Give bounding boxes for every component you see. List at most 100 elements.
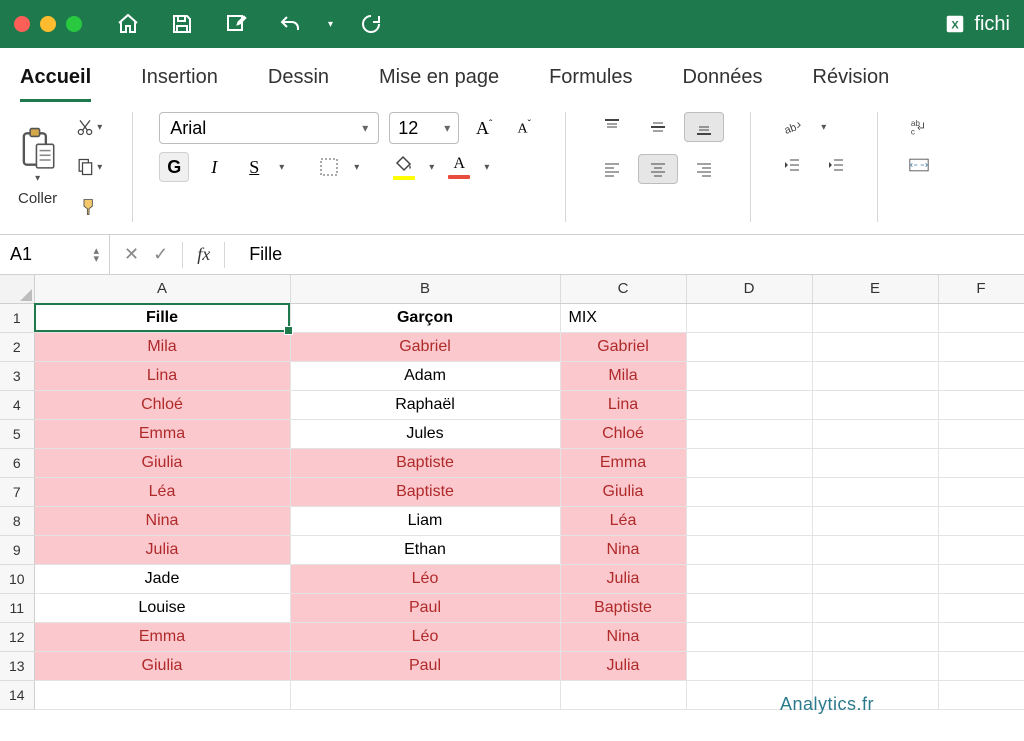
align-middle-icon[interactable] xyxy=(638,112,678,142)
cell[interactable]: Emma xyxy=(34,419,290,448)
formula-input[interactable]: Fille xyxy=(239,244,1024,265)
cell[interactable]: Mila xyxy=(560,361,686,390)
cell[interactable]: Liam xyxy=(290,506,560,535)
cell[interactable]: Giulia xyxy=(560,477,686,506)
cell[interactable]: Gabriel xyxy=(560,332,686,361)
cell[interactable]: Chloé xyxy=(34,390,290,419)
format-painter-icon[interactable] xyxy=(71,192,106,222)
row-header[interactable]: 9 xyxy=(0,535,34,564)
cancel-formula-icon[interactable]: ✕ xyxy=(124,244,139,265)
tab-données[interactable]: Données xyxy=(682,60,762,102)
tab-dessin[interactable]: Dessin xyxy=(268,60,329,102)
cell[interactable] xyxy=(812,448,938,477)
cell[interactable]: Julia xyxy=(34,535,290,564)
cell[interactable]: Julia xyxy=(560,564,686,593)
row-header[interactable]: 12 xyxy=(0,622,34,651)
cell[interactable] xyxy=(812,506,938,535)
accept-formula-icon[interactable]: ✓ xyxy=(153,244,168,265)
cell[interactable]: Giulia xyxy=(34,651,290,680)
cut-icon[interactable]: ▾ xyxy=(71,112,106,142)
cell[interactable]: Léo xyxy=(290,564,560,593)
cell[interactable]: Giulia xyxy=(34,448,290,477)
cell[interactable] xyxy=(812,564,938,593)
cell[interactable]: Lina xyxy=(560,390,686,419)
row-header[interactable]: 10 xyxy=(0,564,34,593)
cell[interactable] xyxy=(938,506,1024,535)
namebox-stepper-icon[interactable]: ▴▾ xyxy=(93,247,99,263)
close-window-icon[interactable] xyxy=(14,16,30,32)
select-all-corner[interactable] xyxy=(0,275,34,303)
row-header[interactable]: 4 xyxy=(0,390,34,419)
cell[interactable]: Chloé xyxy=(560,419,686,448)
row-header[interactable]: 5 xyxy=(0,419,34,448)
cell[interactable]: Baptiste xyxy=(560,593,686,622)
tab-formules[interactable]: Formules xyxy=(549,60,632,102)
wrap-text-icon[interactable]: abc xyxy=(904,112,934,142)
cell[interactable] xyxy=(686,506,812,535)
tab-insertion[interactable]: Insertion xyxy=(141,60,218,102)
cell[interactable]: Jade xyxy=(34,564,290,593)
cell[interactable] xyxy=(686,535,812,564)
align-bottom-icon[interactable] xyxy=(684,112,724,142)
font-name-select[interactable]: Arial ▾ xyxy=(159,112,379,144)
cell[interactable] xyxy=(812,303,938,332)
italic-button[interactable]: I xyxy=(199,152,229,182)
fill-color-icon[interactable] xyxy=(389,152,419,182)
bold-button[interactable]: G xyxy=(159,152,189,182)
cell[interactable] xyxy=(938,651,1024,680)
orientation-icon[interactable]: ab xyxy=(777,112,807,142)
decrease-font-icon[interactable]: Aˇ xyxy=(509,113,539,143)
row-header[interactable]: 1 xyxy=(0,303,34,332)
fx-label[interactable]: fx xyxy=(197,244,210,265)
cell[interactable] xyxy=(686,477,812,506)
cell[interactable] xyxy=(686,448,812,477)
cell[interactable] xyxy=(938,622,1024,651)
cell[interactable] xyxy=(938,535,1024,564)
column-header[interactable]: E xyxy=(812,275,938,303)
increase-font-icon[interactable]: Aˆ xyxy=(469,113,499,143)
row-header[interactable]: 7 xyxy=(0,477,34,506)
align-left-icon[interactable] xyxy=(592,154,632,184)
cell[interactable] xyxy=(686,593,812,622)
cell[interactable] xyxy=(560,680,686,709)
column-header[interactable]: F xyxy=(938,275,1024,303)
row-header[interactable]: 3 xyxy=(0,361,34,390)
cell[interactable] xyxy=(686,361,812,390)
cell[interactable] xyxy=(938,361,1024,390)
cell[interactable]: Nina xyxy=(34,506,290,535)
cell[interactable] xyxy=(812,390,938,419)
borders-icon[interactable] xyxy=(314,152,344,182)
cell[interactable] xyxy=(686,390,812,419)
cell[interactable] xyxy=(686,564,812,593)
cell[interactable]: Baptiste xyxy=(290,477,560,506)
cell[interactable] xyxy=(812,535,938,564)
edit-icon[interactable] xyxy=(220,9,252,39)
cell[interactable]: Jules xyxy=(290,419,560,448)
row-header[interactable]: 8 xyxy=(0,506,34,535)
row-header[interactable]: 2 xyxy=(0,332,34,361)
column-header[interactable]: D xyxy=(686,275,812,303)
redo-icon[interactable] xyxy=(355,9,387,39)
cell[interactable]: Adam xyxy=(290,361,560,390)
tab-révision[interactable]: Révision xyxy=(813,60,890,102)
align-right-icon[interactable] xyxy=(684,154,724,184)
cell[interactable]: Paul xyxy=(290,593,560,622)
cell[interactable]: Paul xyxy=(290,651,560,680)
cell[interactable]: Nina xyxy=(560,535,686,564)
cell[interactable]: Léa xyxy=(34,477,290,506)
underline-button[interactable]: S xyxy=(239,152,269,182)
cell[interactable] xyxy=(938,419,1024,448)
cell[interactable] xyxy=(812,593,938,622)
cell[interactable]: Garçon xyxy=(290,303,560,332)
column-header[interactable]: A xyxy=(34,275,290,303)
merge-cells-icon[interactable] xyxy=(904,150,934,180)
cell[interactable] xyxy=(938,390,1024,419)
cell[interactable] xyxy=(686,651,812,680)
column-header[interactable]: B xyxy=(290,275,560,303)
cell[interactable]: Baptiste xyxy=(290,448,560,477)
underline-dropdown-icon[interactable]: ▾ xyxy=(279,162,284,173)
name-box[interactable]: A1 ▴▾ xyxy=(0,235,110,275)
font-size-select[interactable]: 12 ▾ xyxy=(389,112,459,144)
decrease-indent-icon[interactable] xyxy=(777,150,807,180)
cell[interactable] xyxy=(290,680,560,709)
